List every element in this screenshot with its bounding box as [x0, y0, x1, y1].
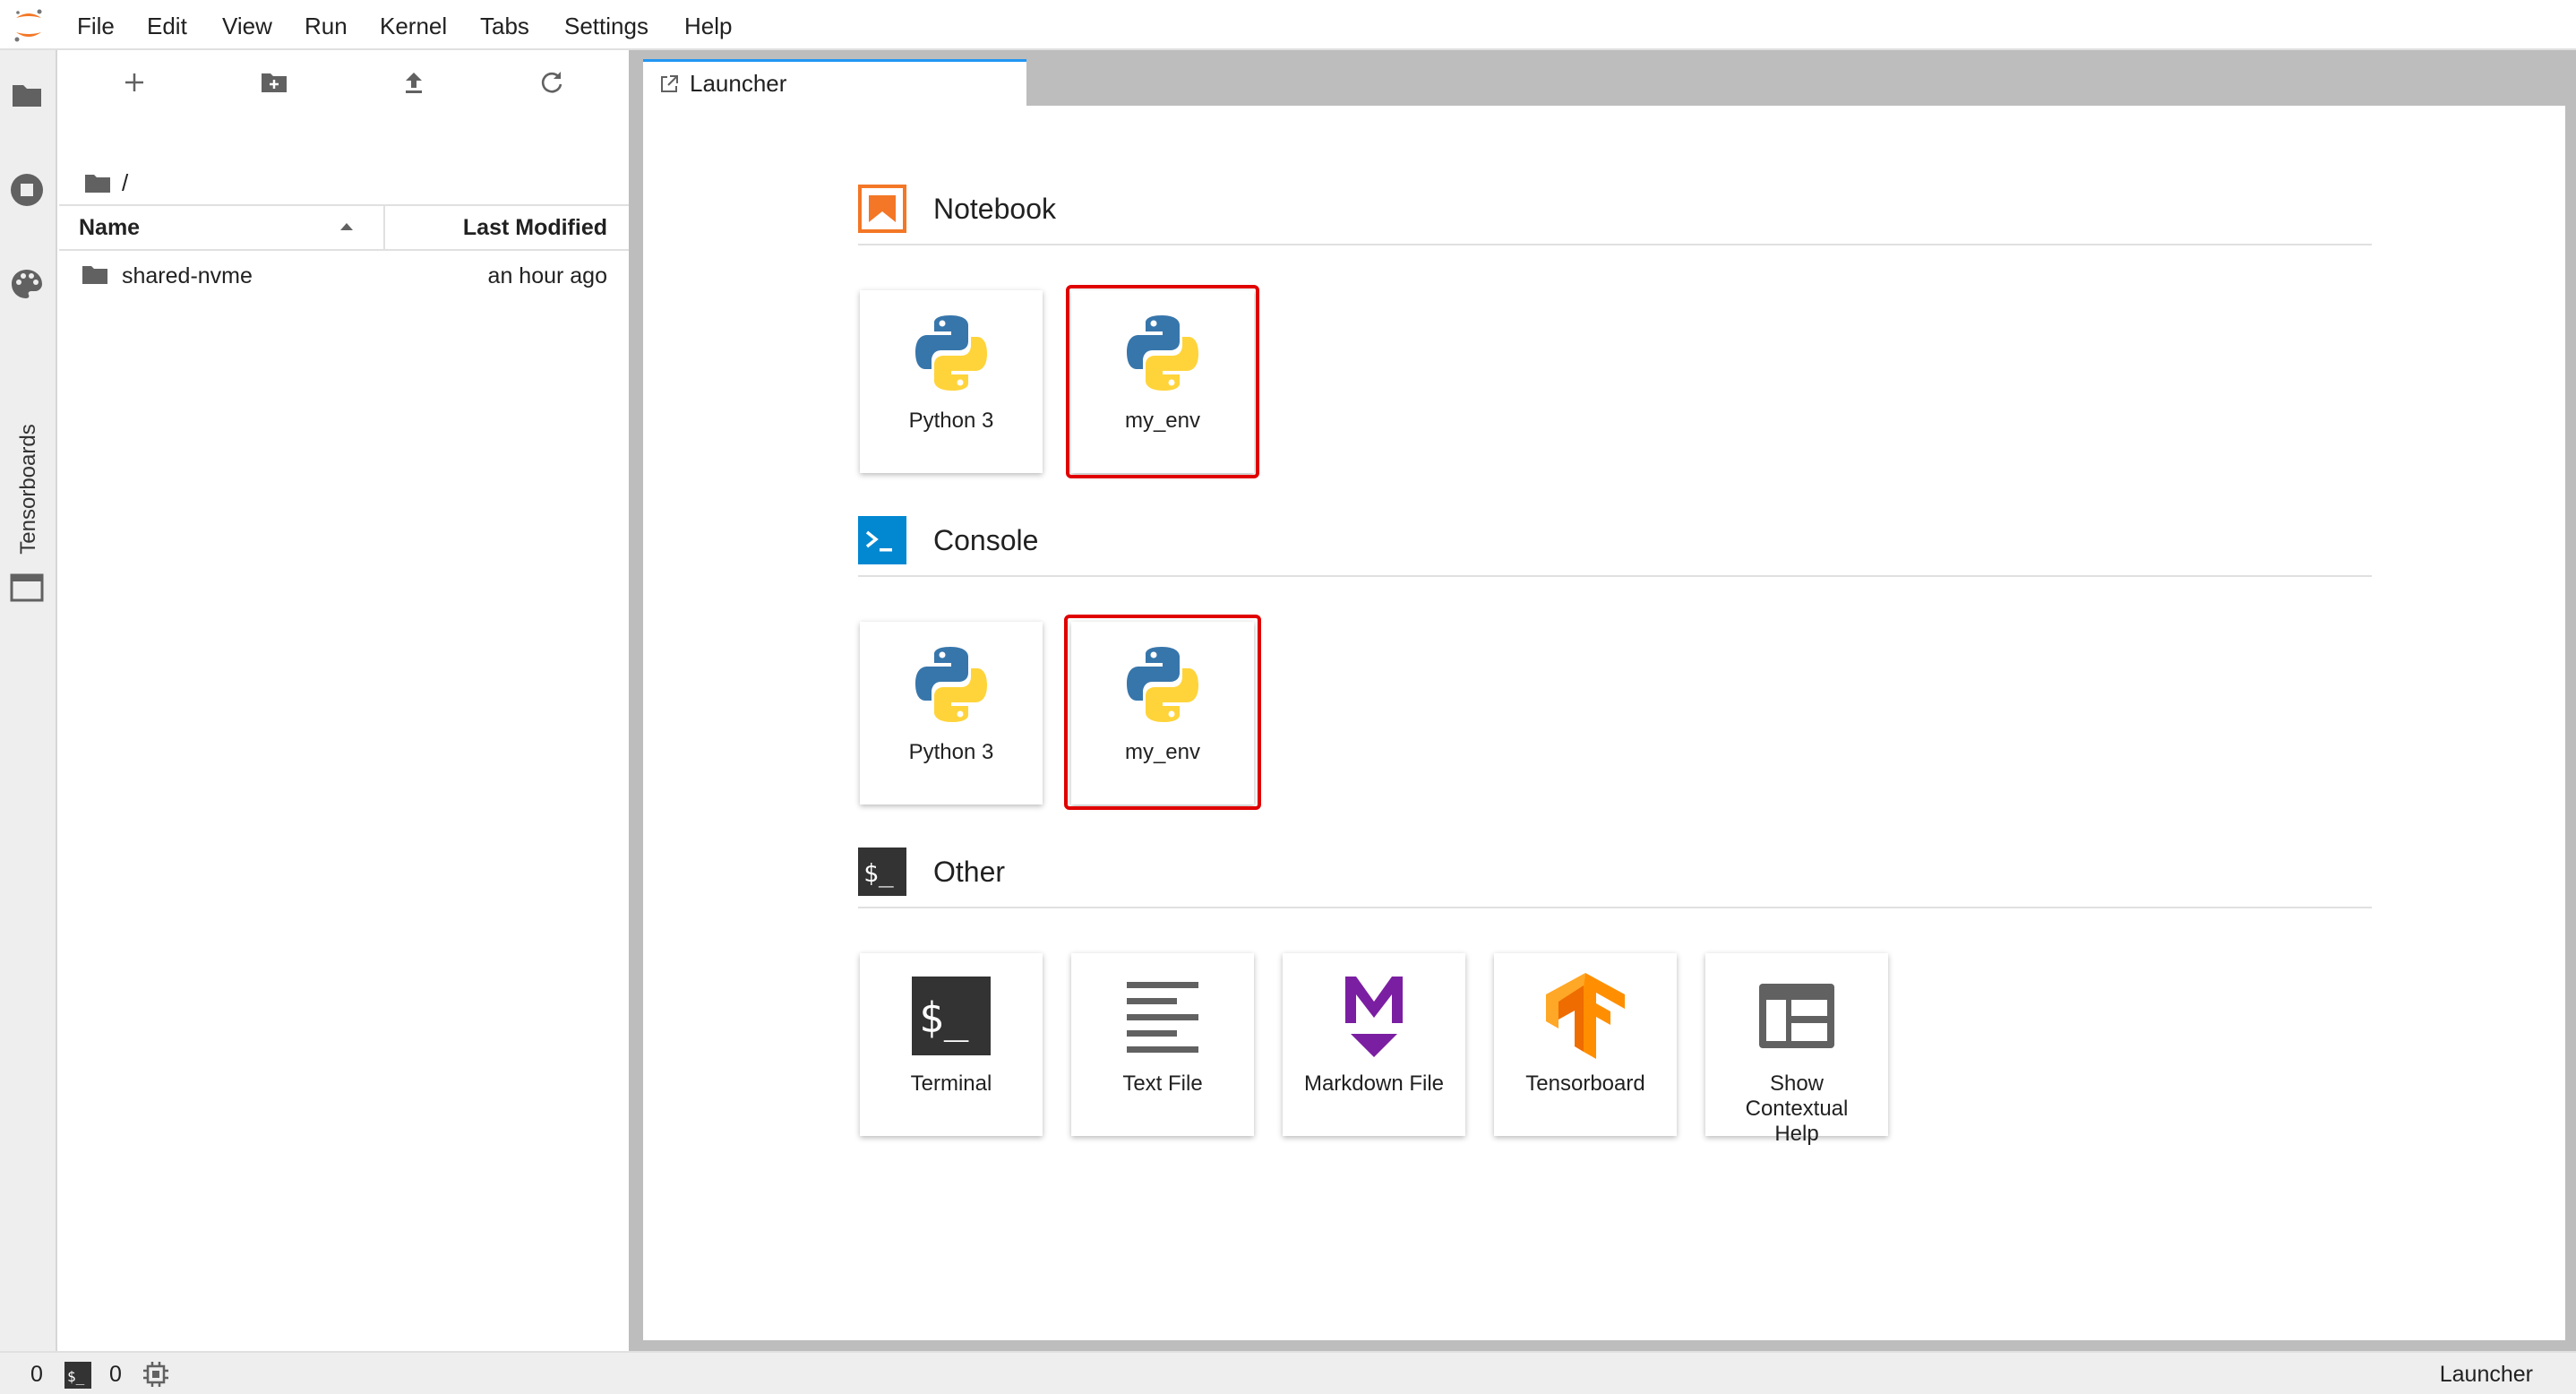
breadcrumb: /: [84, 165, 128, 201]
window-icon: [10, 573, 44, 602]
svg-text:$_: $_: [863, 858, 894, 889]
sort-up-icon: [340, 223, 353, 230]
column-header-last-modified[interactable]: Last Modified: [463, 206, 607, 249]
card-label: Tensorboard: [1525, 1071, 1645, 1096]
card-label: Terminal: [910, 1071, 992, 1096]
markdown-file-card[interactable]: Markdown File: [1283, 953, 1465, 1136]
folder-icon[interactable]: [84, 172, 111, 194]
kernel-count[interactable]: 0: [30, 1353, 43, 1394]
menu-help[interactable]: Help: [684, 0, 732, 50]
tab-launcher-label: Launcher: [690, 70, 787, 97]
status-bar: 0 $_ 0 Launcher: [0, 1351, 2576, 1394]
cpu-chip-icon[interactable]: [142, 1360, 170, 1389]
file-browser-tab[interactable]: [7, 75, 47, 115]
column-header-name[interactable]: Name: [79, 206, 140, 249]
console-section-header: Console: [858, 505, 2372, 577]
card-label: Show Contextual Help: [1745, 1071, 1849, 1146]
python-icon: [908, 641, 994, 727]
terminal-count[interactable]: 0: [109, 1353, 122, 1394]
upload-icon: [406, 73, 422, 93]
file-list-header: Name Last Modified: [59, 204, 629, 251]
notebook-icon: [858, 185, 906, 233]
menu-tabs[interactable]: Tabs: [480, 0, 529, 50]
console-python3-card[interactable]: Python 3: [860, 622, 1043, 805]
file-row-name: shared-nvme: [122, 263, 253, 288]
console-section-title: Console: [933, 524, 1039, 556]
notebook-python3-card[interactable]: Python 3: [860, 290, 1043, 473]
menu-settings[interactable]: Settings: [564, 0, 648, 50]
card-label: Python 3: [908, 409, 994, 433]
main-area: Launcher Notebook Python 3 my_env Consol…: [629, 50, 2576, 1351]
contextual-help-card[interactable]: Show Contextual Help: [1705, 953, 1888, 1146]
folder-icon: [82, 266, 107, 284]
file-row-modified: an hour ago: [487, 263, 607, 288]
file-browser: / Name Last Modified shared-nvme an hour…: [59, 50, 629, 1351]
palette-icon: [12, 270, 42, 298]
new-folder-button[interactable]: [254, 63, 294, 102]
status-current-activity: Launcher: [2439, 1362, 2533, 1387]
notebook-section-title: Notebook: [933, 193, 1056, 225]
tabs-tab[interactable]: [7, 568, 47, 607]
terminal-card[interactable]: $_ Terminal: [860, 953, 1043, 1136]
other-section-title: Other: [933, 856, 1006, 888]
running-sessions-tab[interactable]: [7, 170, 47, 210]
markdown-icon: [1331, 973, 1417, 1059]
tensorboards-tab[interactable]: Tensorboards: [11, 409, 47, 570]
menu-view[interactable]: View: [222, 0, 272, 50]
activity-bar: Tensorboards: [0, 50, 57, 1351]
file-row[interactable]: shared-nvme an hour ago: [59, 253, 629, 299]
upload-button[interactable]: [394, 63, 434, 102]
svg-text:$_: $_: [919, 994, 969, 1042]
console-icon: [858, 516, 906, 564]
folder-icon: [13, 85, 41, 107]
plus-icon: [125, 73, 143, 91]
text-file-card[interactable]: Text File: [1071, 953, 1254, 1136]
refresh-icon: [541, 72, 562, 93]
card-label: Python 3: [908, 740, 994, 764]
terminal-icon: $_: [908, 973, 994, 1059]
menu-bar: File Edit View Run Kernel Tabs Settings …: [0, 0, 2576, 50]
launcher-panel: Notebook Python 3 my_env Console Python …: [643, 106, 2565, 1340]
tensorboard-card[interactable]: Tensorboard: [1494, 953, 1677, 1136]
new-launcher-button[interactable]: [115, 63, 154, 102]
highlight-box: [1066, 285, 1259, 478]
python-icon: [908, 310, 994, 396]
property-inspector-tab[interactable]: [7, 265, 47, 305]
terminal-icon: $_: [858, 848, 906, 896]
breadcrumb-path[interactable]: /: [122, 169, 128, 197]
tab-bar: Launcher: [643, 50, 2576, 106]
tab-launcher[interactable]: Launcher: [643, 59, 1026, 106]
menu-run[interactable]: Run: [305, 0, 348, 50]
column-divider[interactable]: [383, 206, 385, 249]
terminal-icon: $_: [64, 1362, 91, 1389]
contextual-help-icon: [1754, 973, 1840, 1059]
text-file-icon: [1120, 973, 1206, 1059]
new-folder-icon: [262, 73, 287, 92]
notebook-section-header: Notebook: [858, 174, 2372, 245]
card-label: Text File: [1122, 1071, 1203, 1096]
menu-edit[interactable]: Edit: [147, 0, 187, 50]
other-section-header: $_ Other: [858, 837, 2372, 908]
refresh-button[interactable]: [532, 63, 571, 102]
jupyter-logo-icon: [14, 9, 42, 42]
card-label: Markdown File: [1303, 1071, 1445, 1096]
tensorflow-icon: [1542, 973, 1628, 1059]
svg-text:$_: $_: [67, 1368, 85, 1385]
menu-file[interactable]: File: [77, 0, 115, 50]
menu-kernel[interactable]: Kernel: [380, 0, 447, 50]
tensorboards-tab-label: Tensorboards: [16, 424, 40, 555]
launcher-icon: [661, 74, 678, 92]
highlight-box: [1064, 615, 1261, 810]
stop-circle-icon: [11, 174, 43, 206]
